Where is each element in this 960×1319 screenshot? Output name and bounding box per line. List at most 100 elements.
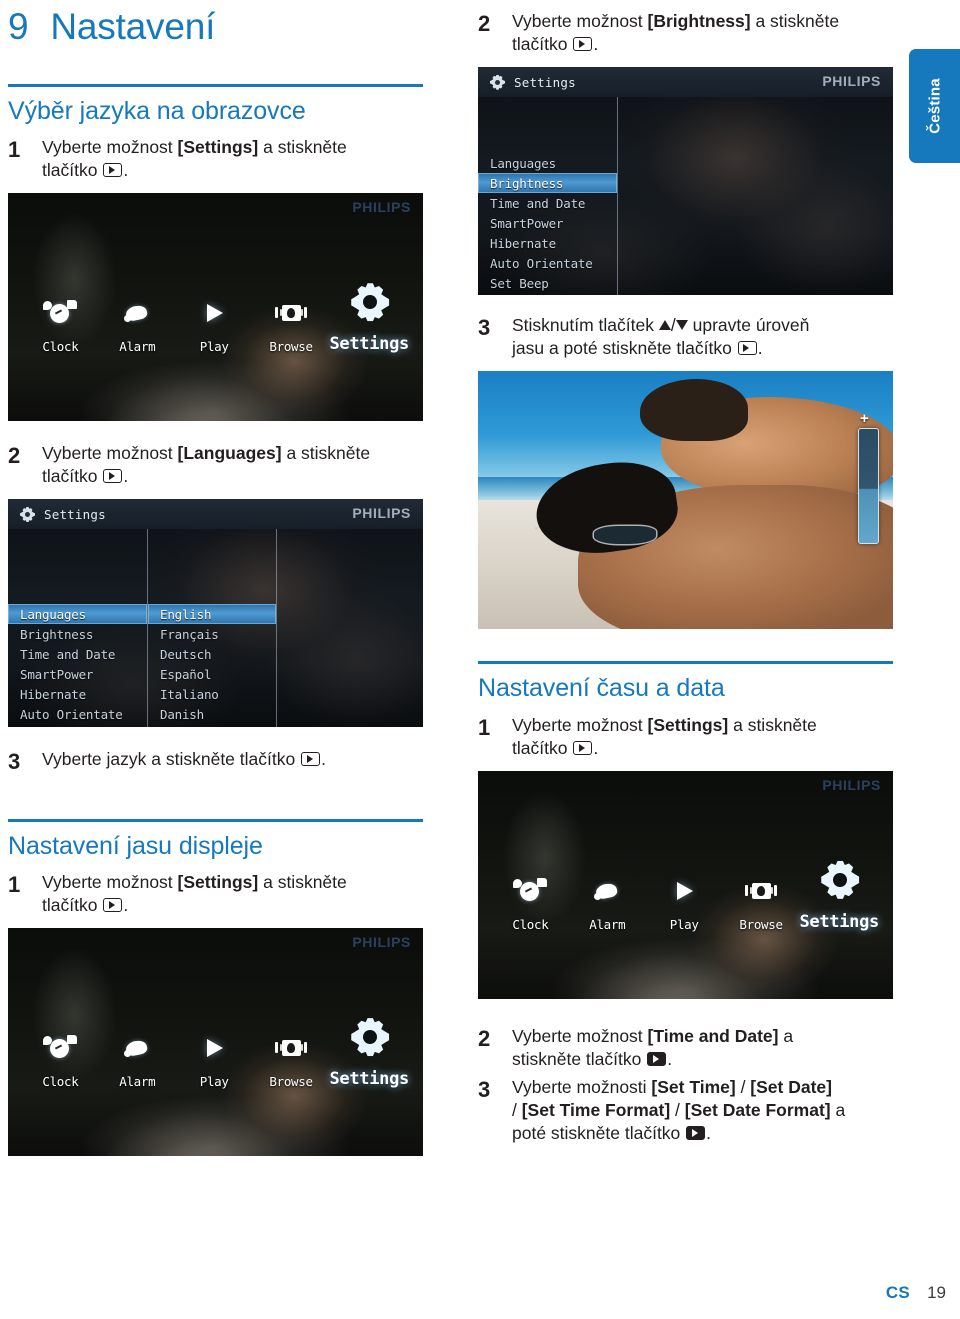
menu-item-smartpower[interactable]: SmartPower xyxy=(478,213,617,233)
clock-icon xyxy=(41,298,79,328)
step-text-dot: . xyxy=(123,160,129,181)
step-text-dot: . xyxy=(706,1123,712,1144)
home-icon-row: Clock Alarm Play Browse Settings xyxy=(8,1016,423,1089)
philips-logo: PHILIPS xyxy=(352,934,411,951)
step-item: 3 Stisknutím tlačítek / upravte úroveň j… xyxy=(478,314,893,360)
home-item-label: Alarm xyxy=(589,916,626,932)
home-item-label: Settings xyxy=(329,1069,410,1090)
home-item-alarm[interactable]: Alarm xyxy=(99,298,176,354)
home-item-clock[interactable]: Clock xyxy=(22,1033,99,1089)
language-item-espanol[interactable]: Español xyxy=(148,664,276,684)
step-number: 3 xyxy=(478,315,491,341)
home-item-clock[interactable]: Clock xyxy=(492,876,569,932)
play-button-icon xyxy=(686,1126,706,1141)
step-text: Vyberte jazyk a stiskněte tlačítko . xyxy=(42,748,423,771)
home-item-label: Alarm xyxy=(119,339,156,355)
play-icon xyxy=(195,1033,233,1063)
section-title-onscreen-language: Výběr jazyka na obrazovce xyxy=(8,96,306,125)
step-item: 2 Vyberte možnost [Time and Date] a stis… xyxy=(478,1025,893,1071)
step-option-languages: [Languages] xyxy=(177,443,282,464)
step-text-part: Vyberte možnost xyxy=(512,11,648,31)
clock-icon xyxy=(41,1033,79,1063)
home-item-play[interactable]: Play xyxy=(176,298,253,354)
home-item-browse[interactable]: Browse xyxy=(723,876,800,932)
step-text: Vyberte možnost [Languages] a stiskněte … xyxy=(42,442,423,488)
home-item-settings[interactable]: Settings xyxy=(800,859,879,932)
play-button-icon xyxy=(103,469,123,484)
languages-submenu-column: English Français Deutsch Español Italian… xyxy=(148,529,277,728)
step-option-time-and-date: [Time and Date] xyxy=(647,1025,779,1046)
language-item-italiano[interactable]: Italiano xyxy=(148,684,276,704)
home-item-alarm[interactable]: Alarm xyxy=(99,1033,176,1089)
step-text-dot: . xyxy=(667,1048,673,1069)
home-item-settings[interactable]: Settings xyxy=(330,281,409,354)
step-item: 1 Vyberte možnost [Settings] a stiskněte… xyxy=(8,871,423,917)
language-tab[interactable]: Čeština xyxy=(909,49,960,163)
home-item-play[interactable]: Play xyxy=(176,1033,253,1089)
menu-item-time-and-date[interactable]: Time and Date xyxy=(478,193,617,213)
play-button-icon xyxy=(647,1051,667,1066)
step-option-set-time-format: [Set Time Format] xyxy=(521,1100,671,1121)
menu-item-smartpower[interactable]: SmartPower xyxy=(8,664,147,684)
menu-item-brightness[interactable]: Brightness xyxy=(8,624,147,644)
section-divider xyxy=(8,818,423,822)
step-text-dot: . xyxy=(123,894,129,915)
home-item-settings[interactable]: Settings xyxy=(330,1016,409,1089)
home-item-label: Browse xyxy=(269,339,313,355)
gear-icon xyxy=(346,1016,392,1058)
home-item-play[interactable]: Play xyxy=(646,876,723,932)
home-item-label: Settings xyxy=(329,334,410,355)
play-button-icon xyxy=(103,163,123,178)
gear-icon xyxy=(20,507,35,522)
menu-item-set-beep[interactable]: Set Beep xyxy=(478,273,617,293)
step-text-part: tlačítko xyxy=(512,34,568,55)
clock-icon xyxy=(511,876,549,906)
home-item-alarm[interactable]: Alarm xyxy=(569,876,646,932)
menu-item-hibernate[interactable]: Hibernate xyxy=(8,684,147,704)
footer-page-number: 19 xyxy=(927,1283,946,1302)
settings-menu-column: Languages Brightness Time and Date Smart… xyxy=(478,97,618,296)
step-text: Stisknutím tlačítek / upravte úroveň jas… xyxy=(512,315,810,359)
home-item-label: Play xyxy=(669,916,699,932)
language-item-danish[interactable]: Danish xyxy=(148,704,276,724)
step-text-part: poté stiskněte tlačítko xyxy=(512,1123,681,1144)
home-item-browse[interactable]: Browse xyxy=(253,298,330,354)
gear-icon xyxy=(346,281,392,323)
language-item-francais[interactable]: Français xyxy=(148,624,276,644)
step-text-part: a stiskněte xyxy=(750,11,840,31)
device-screen-title: Settings xyxy=(44,506,106,522)
home-item-clock[interactable]: Clock xyxy=(22,298,99,354)
step-text-dot: . xyxy=(321,749,326,770)
home-item-label: Browse xyxy=(269,1074,313,1090)
step-number: 1 xyxy=(478,714,491,740)
home-item-label: Settings xyxy=(799,911,880,932)
step-text-part: a stiskněte xyxy=(728,714,817,735)
menu-item-auto-orientate[interactable]: Auto Orientate xyxy=(8,704,147,724)
philips-logo: PHILIPS xyxy=(822,776,881,793)
page-footer: CS 19 xyxy=(0,1283,946,1303)
play-button-icon xyxy=(737,341,757,356)
menu-item-languages[interactable]: Languages xyxy=(478,153,617,173)
language-item-deutsch[interactable]: Deutsch xyxy=(148,644,276,664)
step-text-part: Vyberte možnost xyxy=(42,443,178,464)
step-number: 1 xyxy=(8,137,21,163)
step-text-sep: / xyxy=(670,1100,685,1121)
menu-item-auto-orientate[interactable]: Auto Orientate xyxy=(478,253,617,273)
section-divider xyxy=(478,661,893,665)
menu-item-hibernate[interactable]: Hibernate xyxy=(478,233,617,253)
step-item: 2 Vyberte možnost [Brightness] a stiskně… xyxy=(478,10,893,56)
step-option-set-date: [Set Date] xyxy=(750,1077,832,1097)
step-text: Vyberte možnost [Brightness] a stiskněte… xyxy=(512,10,893,56)
right-column: 2 Vyberte možnost [Brightness] a stiskně… xyxy=(478,0,893,1145)
menu-item-time-and-date[interactable]: Time and Date xyxy=(8,644,147,664)
menu-item-brightness[interactable]: Brightness xyxy=(478,173,617,194)
menu-item-languages[interactable]: Languages xyxy=(8,604,147,625)
play-button-icon xyxy=(103,897,123,912)
language-item-english[interactable]: English xyxy=(148,604,276,625)
home-item-browse[interactable]: Browse xyxy=(253,1033,330,1089)
step-text-part: Vyberte možnost xyxy=(512,1025,648,1046)
step-text-part: a xyxy=(778,1025,794,1046)
manual-page: 9 Nastavení Výběr jazyka na obrazovce 1 … xyxy=(0,0,960,1319)
brightness-slider[interactable]: + xyxy=(858,410,879,544)
arrow-up-icon xyxy=(658,320,671,331)
